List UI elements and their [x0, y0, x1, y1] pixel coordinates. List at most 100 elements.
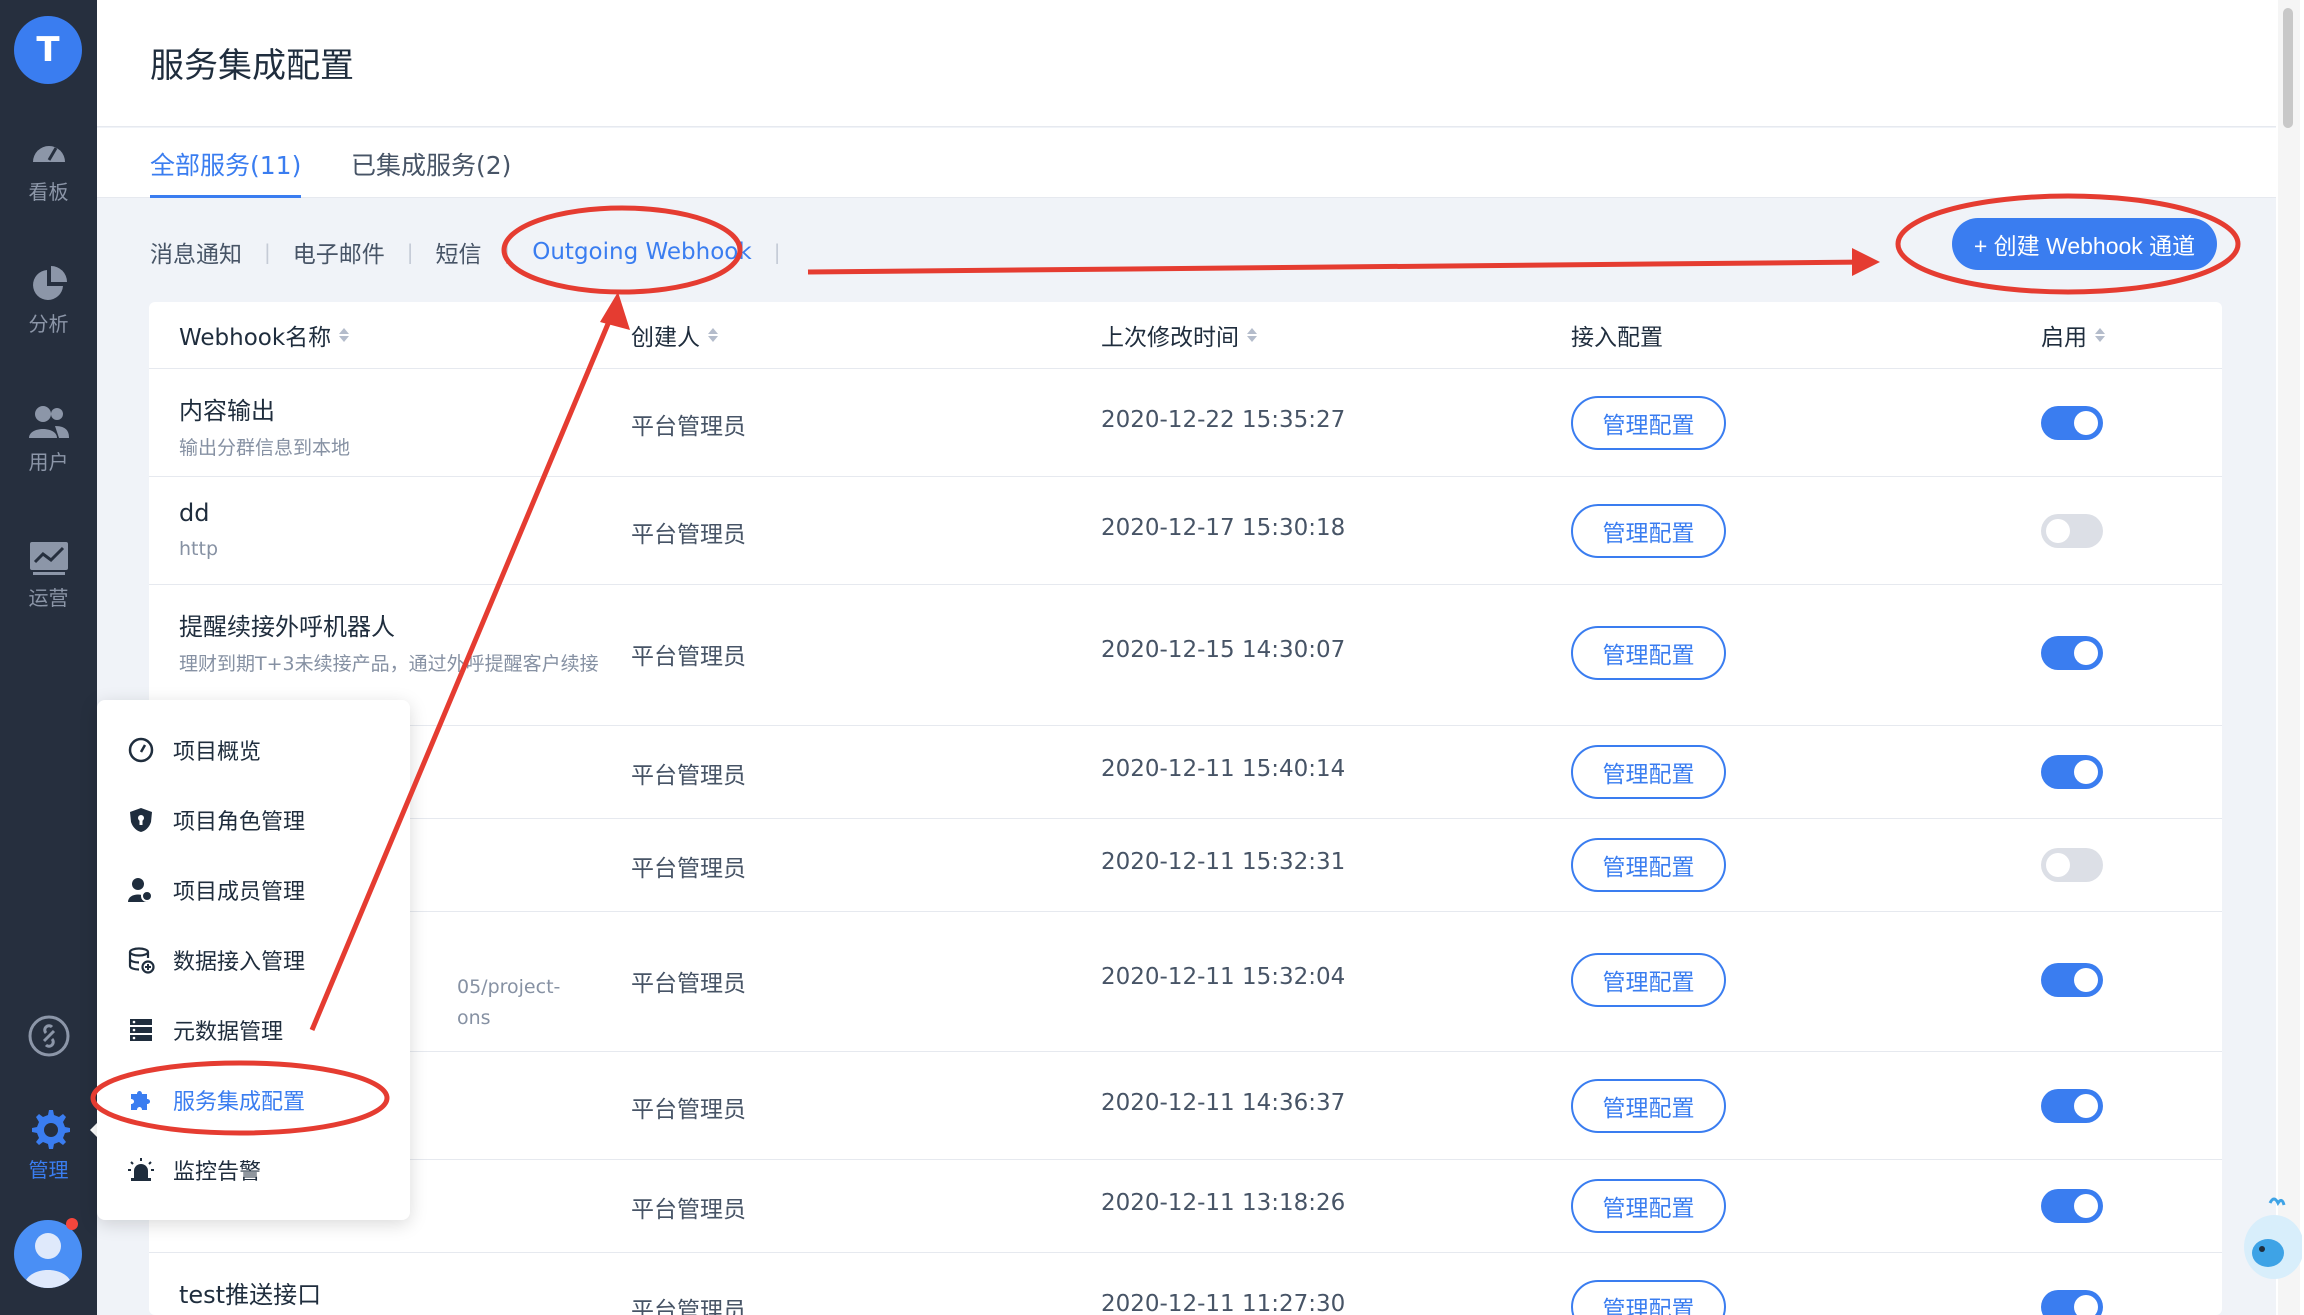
scrollbar-thumb[interactable] — [2283, 8, 2293, 128]
sort-icon[interactable] — [2095, 328, 2105, 342]
webhook-desc: 05/project- — [457, 976, 561, 998]
enable-toggle[interactable] — [2041, 514, 2103, 548]
col-header-label: Webhook名称 — [179, 325, 332, 351]
webhook-name: dd — [179, 499, 210, 527]
shield-icon — [130, 808, 152, 832]
creator: 平台管理员 — [631, 1197, 746, 1223]
enable-toggle[interactable] — [2041, 755, 2103, 789]
toggle-knob — [2046, 853, 2070, 877]
enable-toggle[interactable] — [2041, 406, 2103, 440]
menu-item-role-management[interactable]: 项目角色管理 — [127, 800, 305, 840]
link-icon — [28, 1015, 69, 1057]
toggle-knob — [2046, 519, 2070, 543]
assistant-mascot-icon[interactable] — [2232, 1195, 2302, 1285]
rail-item-manage[interactable]: 管理 — [0, 1106, 97, 1183]
manage-config-button[interactable]: 管理配置 — [1571, 953, 1726, 1007]
alarm-icon — [128, 1158, 154, 1181]
filter-divider: | — [773, 240, 781, 264]
sort-icon[interactable] — [1247, 328, 1257, 342]
user-avatar[interactable] — [14, 1220, 82, 1288]
users-icon — [28, 406, 69, 438]
manage-config-button[interactable]: 管理配置 — [1571, 745, 1726, 799]
col-header-creator[interactable]: 创建人 — [631, 302, 718, 368]
manage-config-button[interactable]: 管理配置 — [1571, 838, 1726, 892]
main-area: 服务集成配置 全部服务(11) 已集成服务(2) 消息通知 | 电子邮件 | 短… — [97, 0, 2276, 1315]
enable-toggle[interactable] — [2041, 963, 2103, 997]
enable-toggle[interactable] — [2041, 848, 2103, 882]
tab-integrated-services[interactable]: 已集成服务(2) — [351, 146, 511, 198]
col-header-enabled[interactable]: 启用 — [2041, 302, 2105, 368]
webhook-name-cell: 内容输出 输出分群信息到本地 — [179, 391, 599, 463]
pie-chart-icon — [32, 266, 67, 300]
table-row: 提醒续接外呼机器人 理财到期T+3未续接产品，通过外呼提醒客户续接 平台管理员 … — [149, 585, 2222, 726]
filter-divider: | — [406, 240, 414, 264]
rail-item-analysis[interactable]: 分析 — [0, 264, 97, 337]
creator: 平台管理员 — [631, 1097, 746, 1123]
create-webhook-button[interactable]: + 创建 Webhook 通道 — [1952, 218, 2217, 270]
modified-time: 2020-12-11 15:40:14 — [1101, 756, 1346, 782]
enable-toggle[interactable] — [2041, 1089, 2103, 1123]
col-header-label: 创建人 — [631, 325, 700, 351]
creator: 平台管理员 — [631, 971, 746, 997]
rail-item-label: 运营 — [28, 586, 69, 610]
menu-item-project-overview[interactable]: 项目概览 — [127, 730, 261, 770]
webhook-desc: http — [179, 538, 219, 560]
menu-item-metadata[interactable]: 元数据管理 — [127, 1010, 283, 1050]
server-icon — [130, 1019, 152, 1041]
webhook-name-cell: 提醒续接外呼机器人 理财到期T+3未续接产品，通过外呼提醒客户续接 — [179, 607, 599, 679]
creator: 平台管理员 — [631, 414, 746, 440]
enable-toggle[interactable] — [2041, 1189, 2103, 1223]
rail-item-label: 用户 — [28, 450, 69, 474]
modified-time: 2020-12-11 14:36:37 — [1101, 1090, 1346, 1116]
menu-item-monitoring-alerts[interactable]: 监控告警 — [127, 1150, 261, 1190]
gauge-icon — [32, 146, 65, 162]
table-row: 平台管理员 2020-12-11 15:40:14 管理配置 — [149, 726, 2222, 819]
sort-icon[interactable] — [708, 328, 718, 342]
page-scrollbar[interactable] — [2278, 0, 2300, 1315]
col-header-modified[interactable]: 上次修改时间 — [1101, 302, 1257, 368]
table-row: 05/project- ons 平台管理员 2020-12-11 15:32:0… — [149, 912, 2222, 1052]
col-header-label: 上次修改时间 — [1101, 325, 1239, 351]
enable-toggle[interactable] — [2041, 1290, 2103, 1315]
webhook-table: Webhook名称 创建人 上次修改时间 接入配置 启用 内容输出 输出分群信息… — [149, 302, 2222, 1315]
rail-item-label: 分析 — [28, 312, 69, 336]
rail-item-link[interactable] — [0, 1014, 97, 1058]
filter-divider: | — [264, 240, 271, 264]
filter-message[interactable]: 消息通知 — [150, 235, 242, 269]
col-header-name[interactable]: Webhook名称 — [179, 302, 350, 368]
creator: 平台管理员 — [631, 522, 746, 548]
menu-item-data-access[interactable]: 数据接入管理 — [127, 940, 305, 980]
modified-time: 2020-12-11 13:18:26 — [1101, 1190, 1346, 1216]
manage-config-button[interactable]: 管理配置 — [1571, 504, 1726, 558]
creator: 平台管理员 — [631, 763, 746, 789]
rail-item-dashboard[interactable]: 看板 — [0, 132, 97, 205]
manage-config-button[interactable]: 管理配置 — [1571, 1079, 1726, 1133]
rail-item-operations[interactable]: 运营 — [0, 538, 97, 611]
project-avatar[interactable]: T — [14, 16, 82, 84]
modified-time: 2020-12-17 15:30:18 — [1101, 515, 1346, 541]
menu-item-member-management[interactable]: 项目成员管理 — [127, 870, 305, 910]
rail-item-label: 管理 — [28, 1158, 69, 1182]
manage-config-button[interactable]: 管理配置 — [1571, 626, 1726, 680]
webhook-name-cell: dd http — [179, 499, 599, 564]
rail-item-label: 看板 — [28, 180, 69, 204]
webhook-name: test推送接口 — [179, 1281, 322, 1309]
table-row: 平台管理员 2020-12-11 14:36:37 管理配置 — [149, 1052, 2222, 1160]
enable-toggle[interactable] — [2041, 636, 2103, 670]
webhook-desc: 输出分群信息到本地 — [179, 437, 351, 459]
manage-config-button[interactable]: 管理配置 — [1571, 1179, 1726, 1233]
menu-item-label: 项目成员管理 — [173, 880, 306, 905]
toggle-knob — [2074, 760, 2098, 784]
filter-email[interactable]: 电子邮件 — [293, 235, 385, 269]
webhook-name: 内容输出 — [179, 397, 275, 425]
filter-outgoing-webhook[interactable]: Outgoing Webhook — [532, 239, 751, 265]
menu-item-label: 数据接入管理 — [173, 950, 306, 975]
rail-item-users[interactable]: 用户 — [0, 402, 97, 475]
tab-all-services[interactable]: 全部服务(11) — [150, 146, 302, 198]
manage-config-button[interactable]: 管理配置 — [1571, 1280, 1726, 1315]
menu-item-service-integration[interactable]: 服务集成配置 — [127, 1080, 305, 1120]
filter-sms[interactable]: 短信 — [436, 235, 482, 269]
menu-item-label: 项目角色管理 — [173, 810, 306, 835]
manage-config-button[interactable]: 管理配置 — [1571, 396, 1726, 450]
sort-icon[interactable] — [339, 328, 350, 342]
